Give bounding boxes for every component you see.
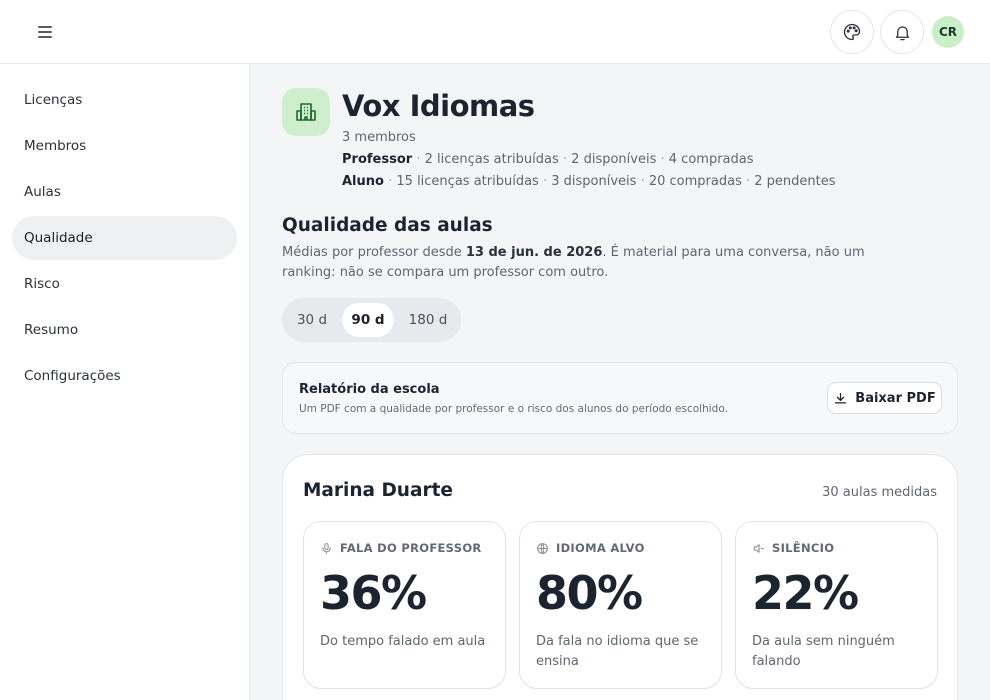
role-label: Professor [342,152,413,167]
metric-label: SILÊNCIO [772,541,835,555]
bell-icon [895,25,909,40]
sidebar-item-resumo[interactable]: Resumo [12,308,237,352]
notifications-button[interactable] [880,10,924,54]
separator: · [745,174,751,189]
org-name: Vox Idiomas [342,89,535,123]
theme-button[interactable] [830,10,874,54]
sidebar-item-licencas[interactable]: Licenças [12,78,237,122]
metric-value: 80% [536,566,643,620]
top-bar: CR [0,0,990,64]
section-title: Qualidade das aulas [282,215,493,236]
metric-card-target-language: IDIOMA ALVO 80% Da fala no idioma que se… [519,521,722,689]
lessons-measured: 30 aulas medidas [822,485,937,500]
aluno-licenses: Aluno · 15 licenças atribuídas · 3 dispo… [342,174,836,189]
report-title: Relatório da escola [299,382,440,397]
licenses-purchased: 20 compradas [648,174,742,189]
professor-licenses: Professor · 2 licenças atribuídas · 2 di… [342,152,754,167]
licenses-available: 3 disponíveis [551,174,637,189]
sidebar-item-membros[interactable]: Membros [12,124,237,168]
start-date: 13 de jun. de 2026 [465,245,603,260]
user-avatar[interactable]: CR [932,16,964,48]
sidebar-item-configuracoes[interactable]: Configurações [12,354,237,398]
teacher-card: Marina Duarte 30 aulas medidas FALA DO P… [282,454,958,700]
school-report-card: Relatório da escola Um PDF com a qualida… [282,362,958,434]
metric-card-silence: SILÊNCIO 22% Da aula sem ninguém falando [735,521,938,689]
licenses-pending: 2 pendentes [754,174,836,189]
metric-value: 36% [320,566,427,620]
metric-card-teacher-talk: FALA DO PROFESSOR 36% Do tempo falado em… [303,521,506,689]
metric-label: IDIOMA ALVO [556,541,645,555]
section-description: Médias por professor desde 13 de jun. de… [282,245,865,280]
sidebar-item-aulas[interactable]: Aulas [12,170,237,214]
org-members-count: 3 membros [342,130,416,145]
licenses-assigned: 2 licenças atribuídas [424,152,559,167]
separator: · [660,152,665,167]
separator: · [542,174,548,189]
separator: · [562,152,568,167]
licenses-assigned: 15 licenças atribuídas [396,174,539,189]
separator: · [640,174,645,189]
speaker-muted-icon [753,543,764,553]
licenses-purchased: 4 compradas [668,152,754,167]
period-selector: 30 d 90 d 180 d [282,298,461,342]
main-content: Vox Idiomas 3 membros Professor · 2 lice… [250,64,990,700]
sidebar-item-qualidade[interactable]: Qualidade [12,216,237,260]
palette-icon [843,23,861,41]
download-pdf-label: Baixar PDF [855,390,936,406]
building-icon [296,103,316,121]
licenses-available: 2 disponíveis [571,152,657,167]
menu-icon[interactable] [36,22,56,42]
download-icon [835,392,847,403]
globe-icon [537,542,548,554]
separator: · [388,174,393,189]
period-90d[interactable]: 90 d [342,303,394,337]
download-pdf-button[interactable]: Baixar PDF [827,382,942,414]
metric-description: Do tempo falado em aula [320,634,486,649]
period-30d[interactable]: 30 d [287,303,337,337]
teacher-name: Marina Duarte [303,480,453,501]
report-subtitle: Um PDF com a qualidade por professor e o… [299,403,728,415]
sidebar-item-risco[interactable]: Risco [12,262,237,306]
org-avatar [282,88,330,136]
metric-description: Da aula sem ninguém falando [752,634,895,669]
period-180d[interactable]: 180 d [400,303,456,337]
metric-label: FALA DO PROFESSOR [340,541,482,555]
metric-description: Da fala no idioma que se ensina [536,634,699,669]
separator: · [416,152,421,167]
metric-value: 22% [752,566,859,620]
role-label: Aluno [342,174,384,189]
microphone-icon [322,542,331,554]
sidebar: Licenças Membros Aulas Qualidade Risco R… [0,64,250,700]
